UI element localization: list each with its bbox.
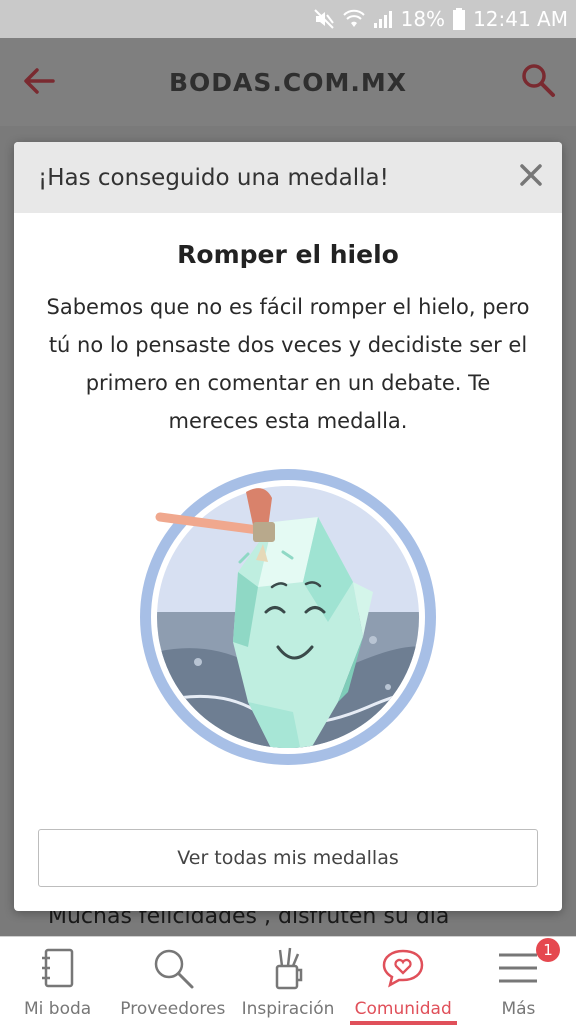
search-icon	[151, 945, 195, 991]
nav-item-comunidad[interactable]: Comunidad	[346, 937, 461, 1025]
app-header: BODAS.COM.MX	[0, 38, 576, 126]
nav-item-inspiracion[interactable]: Inspiración	[230, 937, 345, 1025]
wifi-icon	[342, 9, 365, 29]
nav-label: Comunidad	[354, 999, 452, 1019]
clock: 12:41 AM	[473, 7, 568, 31]
nav-item-mi-boda[interactable]: Mi boda	[0, 937, 115, 1025]
nav-label: Inspiración	[241, 999, 335, 1019]
medal-title: Romper el hielo	[177, 240, 399, 269]
nav-label: Proveedores	[120, 999, 226, 1019]
dialog-header: ¡Has conseguido una medalla!	[14, 142, 562, 213]
close-icon[interactable]	[516, 160, 546, 190]
page-title: BODAS.COM.MX	[168, 67, 408, 97]
nav-item-proveedores[interactable]: Proveedores	[115, 937, 230, 1025]
view-all-medals-button[interactable]: Ver todas mis medallas	[38, 829, 538, 887]
chat-heart-icon	[381, 945, 425, 991]
medal-dialog: ¡Has conseguido una medalla! Romper el h…	[14, 142, 562, 911]
medal-description: Sabemos que no es fácil romper el hielo,…	[46, 295, 530, 433]
battery-percent: 18%	[400, 7, 446, 31]
bottom-nav: Mi boda Proveedores Inspiración Comunida…	[0, 936, 576, 1025]
notebook-icon	[40, 945, 76, 991]
nav-label: Mi boda	[24, 999, 92, 1019]
signal-icon	[373, 9, 393, 29]
status-bar: 18% 12:41 AM	[0, 0, 576, 38]
battery-icon	[453, 8, 466, 30]
search-icon[interactable]	[520, 62, 556, 102]
nav-item-mas[interactable]: 1 Más	[461, 937, 576, 1025]
ice-medal-illustration	[138, 462, 438, 772]
dialog-title: ¡Has conseguido una medalla!	[38, 164, 389, 191]
pencil-cup-icon	[271, 945, 305, 991]
mute-icon	[313, 8, 335, 30]
notification-badge: 1	[536, 938, 561, 962]
menu-icon	[497, 945, 539, 991]
nav-label: Más	[501, 999, 536, 1019]
